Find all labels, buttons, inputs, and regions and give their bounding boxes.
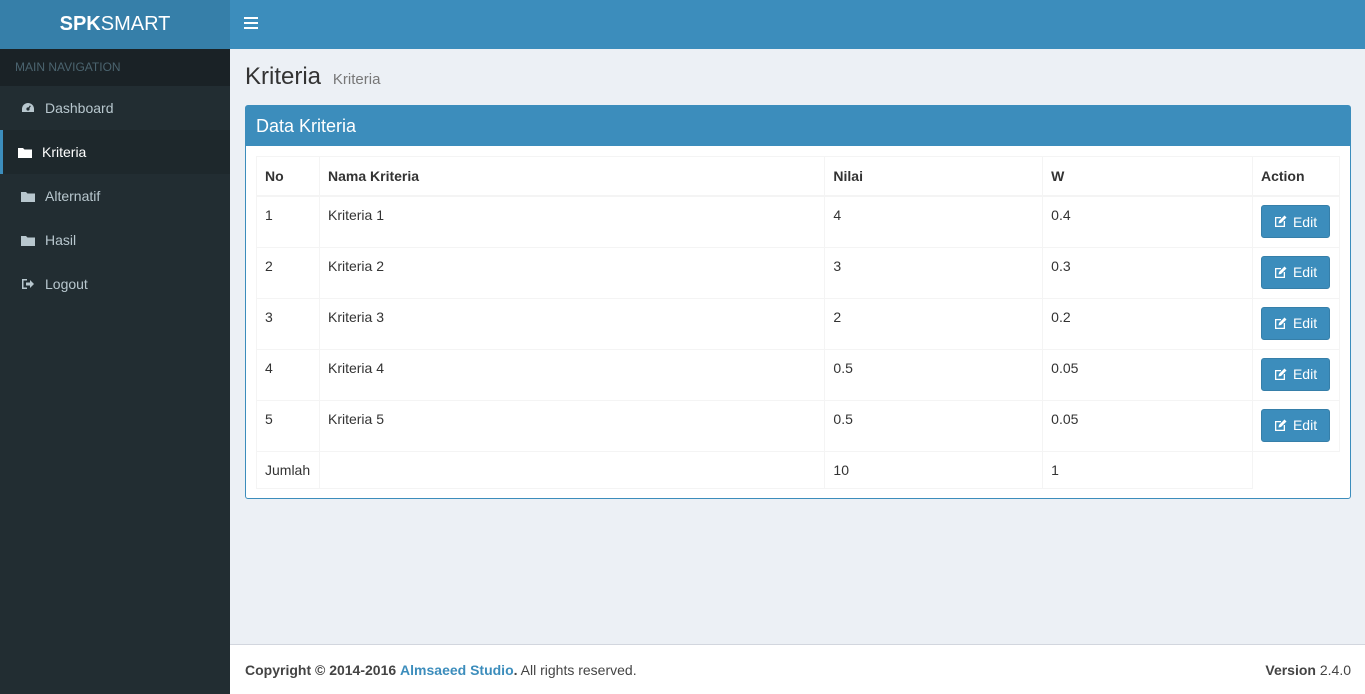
- folder-icon: [21, 235, 45, 246]
- box-body: No Nama Kriteria Nilai W Action 1 Kriter…: [246, 146, 1350, 499]
- kriteria-table: No Nama Kriteria Nilai W Action 1 Kriter…: [256, 156, 1341, 489]
- sidebar-item-dashboard[interactable]: Dashboard: [0, 86, 230, 130]
- main-footer: Copyright © 2014-2016 Almsaeed Studio. A…: [230, 644, 1365, 694]
- copyright-label: Copyright © 2014-2016: [245, 661, 397, 678]
- column-header: Action: [1251, 156, 1341, 197]
- cell-no: 2: [256, 246, 320, 299]
- cell-no: 3: [256, 297, 320, 350]
- total-label: Jumlah: [256, 450, 320, 489]
- edit-button-label: Edit: [1292, 417, 1318, 433]
- cell-nilai: 0.5: [824, 399, 1044, 452]
- sidebar-item-kriteria[interactable]: Kriteria: [0, 130, 230, 174]
- edit-icon: [1274, 215, 1287, 227]
- sidebar-item-alternatif[interactable]: Alternatif: [0, 174, 230, 218]
- version-number: 2.4.0: [1319, 661, 1351, 678]
- column-header: Nama Kriteria: [318, 156, 826, 197]
- edit-icon: [1274, 317, 1287, 329]
- cell-no: 1: [256, 195, 320, 248]
- table-header-row: No Nama Kriteria Nilai W Action: [256, 156, 1341, 197]
- cell-name: Kriteria 1: [318, 195, 826, 248]
- table-row: 2 Kriteria 2 3 0.3 Edit: [256, 246, 1341, 299]
- sidebar-item-logout[interactable]: Logout: [0, 262, 230, 306]
- edit-button[interactable]: Edit: [1260, 255, 1331, 289]
- nav-header: MAIN NAVIGATION: [0, 49, 230, 86]
- version-label: Version: [1265, 661, 1316, 678]
- box-title: Data Kriteria: [246, 106, 1350, 146]
- app: SPKSMART MAIN NAVIGATION Dashboard Krite…: [0, 0, 1365, 694]
- folder-icon: [21, 191, 45, 202]
- sidebar-item-label: Kriteria: [42, 144, 87, 160]
- sign-out-icon: [21, 278, 45, 290]
- cell-no: 5: [256, 399, 320, 452]
- edit-button-label: Edit: [1292, 315, 1318, 331]
- cell-w: 0.05: [1042, 348, 1253, 401]
- table-row: 3 Kriteria 3 2 0.2 Edit: [256, 297, 1341, 350]
- cell-action: Edit: [1251, 399, 1341, 452]
- sidebar-item-label: Alternatif: [45, 188, 101, 204]
- sidebar-item-label: Dashboard: [45, 100, 114, 116]
- edit-button-label: Edit: [1292, 366, 1318, 382]
- column-header: W: [1042, 156, 1253, 197]
- top-navbar: [230, 0, 1365, 49]
- rights-text: All rights reserved.: [517, 661, 637, 678]
- cell-name: Kriteria 2: [318, 246, 826, 299]
- cell-name: Kriteria 5: [318, 399, 826, 452]
- total-w: 1: [1042, 450, 1253, 489]
- edit-button[interactable]: Edit: [1260, 306, 1331, 340]
- cell-action: Edit: [1251, 348, 1341, 401]
- edit-button[interactable]: Edit: [1260, 205, 1331, 238]
- cell-w: 0.3: [1042, 246, 1253, 299]
- cell-name: Kriteria 4: [318, 348, 826, 401]
- brand-logo[interactable]: SPKSMART: [0, 0, 230, 49]
- edit-button[interactable]: Edit: [1260, 408, 1331, 442]
- column-header: Nilai: [824, 156, 1044, 197]
- cell-action: Edit: [1251, 246, 1341, 299]
- total-nilai: 10: [824, 450, 1044, 489]
- total-row: Jumlah 10 1: [256, 450, 1340, 489]
- brand-light: SMART: [100, 13, 171, 35]
- edit-button-label: Edit: [1292, 213, 1318, 230]
- cell-name: Kriteria 3: [318, 297, 826, 350]
- content-wrapper: Kriteria Kriteria Data Kriteria No Nama …: [230, 49, 1365, 644]
- cell-w: 0.2: [1042, 297, 1253, 350]
- page-subtitle: Kriteria: [332, 71, 381, 88]
- cell-w: 0.4: [1042, 195, 1253, 248]
- total-action-empty: [1252, 451, 1339, 488]
- cell-w: 0.05: [1042, 399, 1253, 452]
- sidebar-menu: Dashboard Kriteria Alternatif Hasil Logo…: [0, 86, 230, 306]
- sidebar-item-label: Hasil: [45, 232, 77, 248]
- cell-no: 4: [256, 348, 320, 401]
- total-empty: [318, 450, 826, 489]
- folder-icon: [18, 147, 42, 158]
- column-header: No: [256, 156, 320, 197]
- edit-icon: [1274, 419, 1287, 431]
- cell-action: Edit: [1251, 297, 1341, 350]
- edit-icon: [1274, 368, 1287, 380]
- copyright-text: Copyright © 2014-2016 Almsaeed Studio. A…: [245, 662, 637, 678]
- content-header: Kriteria Kriteria: [245, 63, 380, 91]
- company-link[interactable]: Almsaeed Studio: [400, 662, 514, 678]
- edit-button-label: Edit: [1292, 264, 1318, 280]
- data-box: Data Kriteria No Nama Kriteria Nilai W A…: [245, 105, 1351, 499]
- cell-nilai: 3: [824, 246, 1044, 299]
- sidebar-item-hasil[interactable]: Hasil: [0, 218, 230, 262]
- sidebar-item-label: Logout: [45, 276, 88, 292]
- sidebar-toggle-icon[interactable]: [244, 17, 258, 31]
- cell-nilai: 2: [824, 297, 1044, 350]
- table-row: 4 Kriteria 4 0.5 0.05 Edit: [256, 348, 1341, 401]
- table-row: 5 Kriteria 5 0.5 0.05 Edit: [256, 399, 1341, 452]
- dashboard-icon: [21, 102, 45, 114]
- cell-nilai: 4: [824, 195, 1044, 248]
- brand-bold: SPK: [59, 13, 101, 35]
- edit-button[interactable]: Edit: [1260, 357, 1331, 391]
- cell-action: Edit: [1251, 195, 1341, 248]
- cell-nilai: 0.5: [824, 348, 1044, 401]
- table-row: 1 Kriteria 1 4 0.4 Edit: [256, 195, 1341, 248]
- page-title: Kriteria: [245, 63, 322, 90]
- version-info: Version 2.4.0: [1265, 662, 1351, 678]
- edit-icon: [1274, 266, 1287, 278]
- sidebar: SPKSMART MAIN NAVIGATION Dashboard Krite…: [0, 0, 230, 694]
